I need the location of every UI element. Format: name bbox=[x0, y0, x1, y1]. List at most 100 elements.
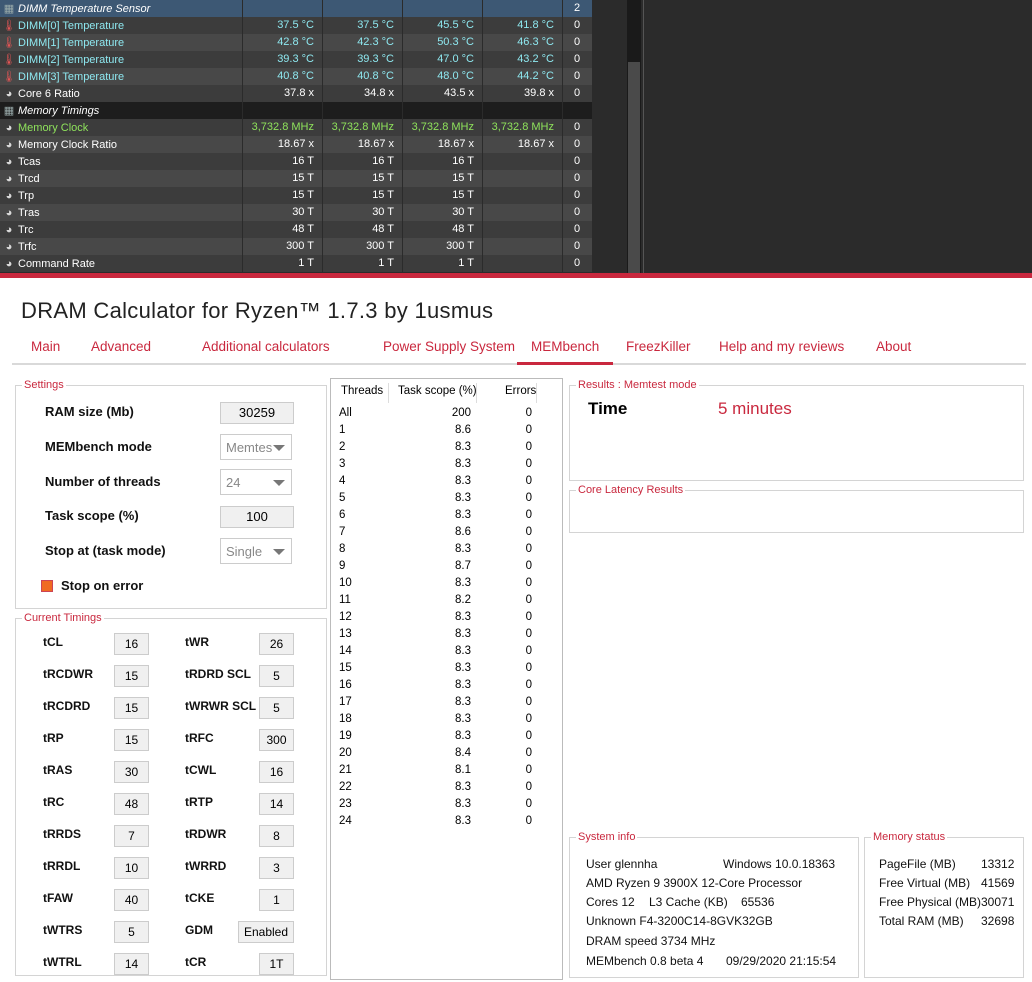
table-row[interactable]: 4 8.3 0 bbox=[331, 475, 562, 492]
thread-id: 17 bbox=[339, 696, 352, 708]
table-row[interactable]: 22 8.3 0 bbox=[331, 781, 562, 798]
timing-label-twtrs: tWTRS bbox=[43, 923, 83, 937]
memory-status-value: 32698 bbox=[981, 914, 1015, 928]
timing-value-tcr: 1T bbox=[259, 953, 294, 975]
thread-id: 7 bbox=[339, 526, 346, 538]
table-row[interactable]: All 200 0 bbox=[331, 407, 562, 424]
ram-size-label: RAM size (Mb) bbox=[45, 404, 134, 419]
tab-power-supply-system[interactable]: Power Supply System bbox=[383, 339, 515, 354]
tab-membench[interactable]: MEMbench bbox=[516, 339, 614, 365]
dram-speed-text: DRAM speed 3734 MHz bbox=[586, 934, 716, 948]
sensor-count: 0 bbox=[562, 221, 591, 238]
task-scope-value: 8.3 bbox=[455, 543, 471, 555]
errors-value: 0 bbox=[525, 628, 532, 640]
thread-id: 2 bbox=[339, 441, 346, 453]
chevron-down-icon bbox=[273, 445, 285, 451]
sensor-value: 18.67 x bbox=[322, 136, 402, 153]
chevron-down-icon bbox=[273, 549, 285, 555]
memory-status-value: 41569 bbox=[981, 876, 1015, 890]
table-row[interactable]: 1 8.6 0 bbox=[331, 424, 562, 441]
table-row[interactable]: 21 8.1 0 bbox=[331, 764, 562, 781]
timing-value-trcdwr: 15 bbox=[114, 665, 149, 687]
table-row[interactable]: 17 8.3 0 bbox=[331, 696, 562, 713]
task-scope-value: 8.3 bbox=[455, 611, 471, 623]
table-row[interactable]: 19 8.3 0 bbox=[331, 730, 562, 747]
errors-value: 0 bbox=[525, 798, 532, 810]
errors-value: 0 bbox=[525, 662, 532, 674]
col-threads[interactable]: Threads bbox=[341, 385, 383, 397]
task-scope-value: 8.3 bbox=[455, 441, 471, 453]
errors-value: 0 bbox=[525, 509, 532, 521]
table-row[interactable]: 2 8.3 0 bbox=[331, 441, 562, 458]
time-value: 5 minutes bbox=[718, 399, 792, 418]
stop-on-error-checkbox[interactable] bbox=[41, 580, 53, 592]
sensor-value bbox=[482, 255, 562, 272]
col-task-scope[interactable]: Task scope (%) bbox=[398, 385, 477, 397]
sensor-value: 47.0 °C bbox=[402, 51, 482, 68]
table-row[interactable]: 18 8.3 0 bbox=[331, 713, 562, 730]
sensor-count: 2 bbox=[562, 0, 591, 17]
table-row[interactable]: 5 8.3 0 bbox=[331, 492, 562, 509]
thread-id: 14 bbox=[339, 645, 352, 657]
table-row[interactable]: 14 8.3 0 bbox=[331, 645, 562, 662]
ram-size-field[interactable]: 30259 bbox=[220, 402, 294, 424]
table-row[interactable]: 15 8.3 0 bbox=[331, 662, 562, 679]
table-row[interactable]: 10 8.3 0 bbox=[331, 577, 562, 594]
thread-id: 13 bbox=[339, 628, 352, 640]
timing-value-twrrd: 3 bbox=[259, 857, 294, 879]
table-row[interactable]: 24 8.3 0 bbox=[331, 815, 562, 832]
thread-id: 15 bbox=[339, 662, 352, 674]
task-scope-value: 8.3 bbox=[455, 730, 471, 742]
timing-value-twr: 26 bbox=[259, 633, 294, 655]
memory-status-label: Total RAM (MB) bbox=[879, 914, 964, 928]
membench-mode-select[interactable]: Memtes bbox=[220, 434, 292, 460]
sensor-scrollbar[interactable] bbox=[627, 0, 641, 275]
table-row[interactable]: 3 8.3 0 bbox=[331, 458, 562, 475]
timing-label-tfaw: tFAW bbox=[43, 891, 73, 905]
task-scope-value: 8.3 bbox=[455, 509, 471, 521]
threads-select[interactable]: 24 bbox=[220, 469, 292, 495]
table-row[interactable]: 7 8.6 0 bbox=[331, 526, 562, 543]
sensor-value: 37.5 °C bbox=[322, 17, 402, 34]
errors-value: 0 bbox=[525, 611, 532, 623]
threads-table[interactable]: Threads Task scope (%) Errors All 200 0 1 8.… bbox=[330, 378, 563, 980]
table-row[interactable]: 13 8.3 0 bbox=[331, 628, 562, 645]
errors-value: 0 bbox=[525, 594, 532, 606]
task-scope-value: 200 bbox=[451, 407, 471, 419]
task-scope-value: 8.3 bbox=[455, 815, 471, 827]
col-separator bbox=[536, 383, 537, 403]
table-row[interactable]: 12 8.3 0 bbox=[331, 611, 562, 628]
l3-cache-label: L3 Cache (KB) bbox=[649, 895, 728, 909]
table-row[interactable]: 16 8.3 0 bbox=[331, 679, 562, 696]
timing-value-twtrl: 14 bbox=[114, 953, 149, 975]
col-errors[interactable]: Errors bbox=[505, 385, 536, 397]
sensor-value: 300 T bbox=[322, 238, 402, 255]
timing-value-tfaw: 40 bbox=[114, 889, 149, 911]
threads-label: Number of threads bbox=[45, 474, 161, 489]
scrollbar-thumb[interactable] bbox=[628, 62, 640, 275]
membench-mode-label: MEMbench mode bbox=[45, 439, 152, 454]
table-row[interactable]: 8 8.3 0 bbox=[331, 543, 562, 560]
tab-about[interactable]: About bbox=[876, 339, 911, 354]
task-scope-value: 8.6 bbox=[455, 526, 471, 538]
table-row[interactable]: 11 8.2 0 bbox=[331, 594, 562, 611]
sensor-value bbox=[402, 102, 482, 119]
table-row[interactable]: 6 8.3 0 bbox=[331, 509, 562, 526]
table-row[interactable]: 20 8.4 0 bbox=[331, 747, 562, 764]
stop-at-select[interactable]: Single bbox=[220, 538, 292, 564]
sensor-value: 48 T bbox=[322, 221, 402, 238]
tab-help-and-reviews[interactable]: Help and my reviews bbox=[719, 339, 844, 354]
tab-freezkiller[interactable]: FreezKiller bbox=[626, 339, 691, 354]
thread-id: 24 bbox=[339, 815, 352, 827]
timing-value-trdwr: 8 bbox=[259, 825, 294, 847]
task-scope-value: 8.3 bbox=[455, 628, 471, 640]
table-row[interactable]: 23 8.3 0 bbox=[331, 798, 562, 815]
sensor-value: 16 T bbox=[322, 153, 402, 170]
table-row[interactable]: 9 8.7 0 bbox=[331, 560, 562, 577]
task-scope-field[interactable]: 100 bbox=[220, 506, 294, 528]
timing-value-gdm: Enabled bbox=[238, 921, 294, 943]
errors-value: 0 bbox=[525, 560, 532, 572]
timing-value-tcwl: 16 bbox=[259, 761, 294, 783]
errors-value: 0 bbox=[525, 407, 532, 419]
sensor-value bbox=[482, 221, 562, 238]
